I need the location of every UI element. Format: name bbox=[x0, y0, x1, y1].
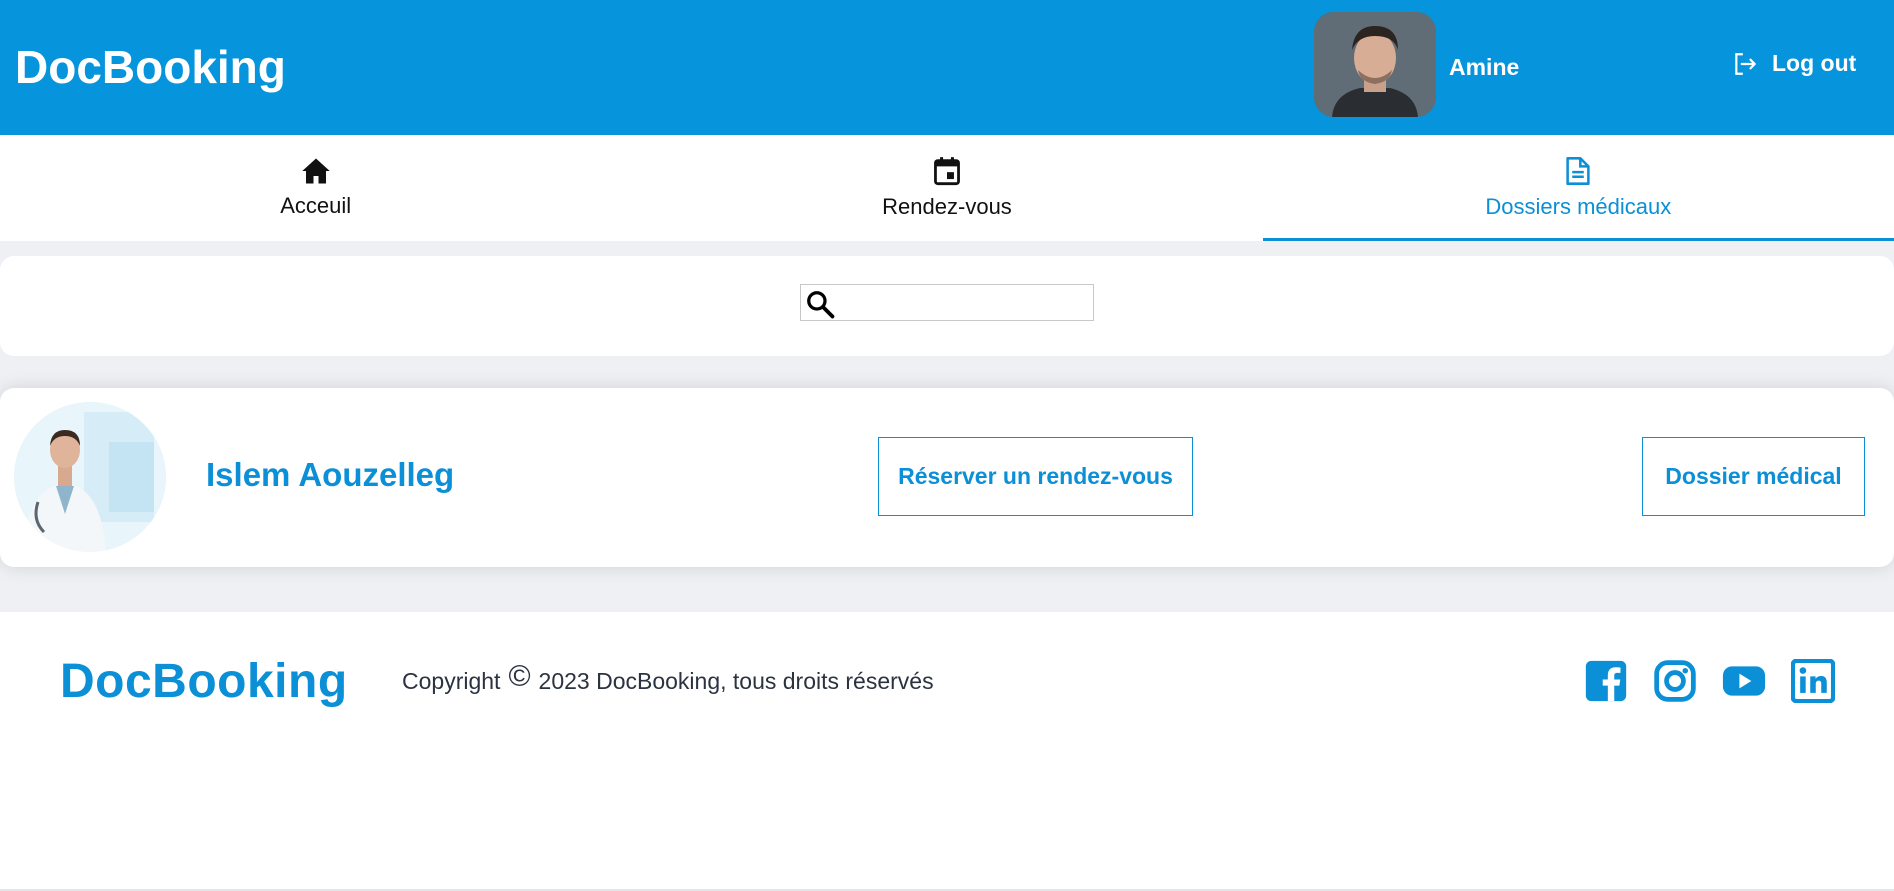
tab-label: Dossiers médicaux bbox=[1485, 194, 1672, 219]
user-avatar-image bbox=[1314, 12, 1436, 117]
logout-button[interactable]: Log out bbox=[1732, 50, 1856, 77]
footer-brand-logo[interactable]: DocBooking bbox=[60, 654, 348, 709]
search-input[interactable] bbox=[841, 287, 1091, 319]
document-icon bbox=[1566, 157, 1590, 185]
app-header: DocBooking Amine Log out bbox=[0, 0, 1894, 135]
search-box[interactable] bbox=[800, 284, 1094, 321]
home-icon bbox=[301, 158, 330, 184]
copyright-word: Copyright bbox=[402, 668, 501, 694]
facebook-icon[interactable] bbox=[1584, 659, 1628, 703]
doctor-name: Islem Aouzelleg bbox=[206, 456, 455, 493]
user-avatar[interactable] bbox=[1314, 12, 1436, 117]
logout-icon bbox=[1735, 52, 1756, 75]
youtube-icon[interactable] bbox=[1722, 659, 1766, 703]
copyright-icon: © bbox=[508, 659, 531, 693]
tab-rendez-vous[interactable]: Rendez-vous bbox=[631, 135, 1262, 241]
search-icon bbox=[807, 291, 835, 319]
user-name[interactable]: Amine bbox=[1449, 54, 1519, 81]
social-links bbox=[1584, 659, 1835, 703]
footer: DocBooking Copyright © 2023 DocBooking, … bbox=[0, 612, 1894, 891]
linkedin-icon[interactable] bbox=[1791, 659, 1835, 703]
book-appointment-button[interactable]: Réserver un rendez-vous bbox=[878, 437, 1193, 516]
copyright-notice: Copyright © 2023 DocBooking, tous droits… bbox=[402, 660, 934, 695]
copyright-text: 2023 DocBooking, tous droits réservés bbox=[538, 668, 934, 694]
doctor-photo-image bbox=[14, 402, 166, 552]
tab-dossiers-medicaux[interactable]: Dossiers médicaux bbox=[1262, 135, 1894, 241]
tab-label: Rendez-vous bbox=[882, 194, 1012, 219]
logout-label: Log out bbox=[1772, 50, 1857, 76]
instagram-icon[interactable] bbox=[1653, 659, 1697, 703]
calendar-icon bbox=[934, 157, 960, 186]
brand-logo[interactable]: DocBooking bbox=[15, 40, 286, 94]
medical-record-button[interactable]: Dossier médical bbox=[1642, 437, 1865, 516]
doctor-card: Islem Aouzelleg Réserver un rendez-vous … bbox=[0, 388, 1894, 567]
doctor-photo bbox=[14, 402, 166, 552]
tab-label: Acceuil bbox=[280, 193, 352, 218]
main-nav: Acceuil Rendez-vous Dossiers médicaux bbox=[0, 135, 1894, 241]
tab-acceuil[interactable]: Acceuil bbox=[0, 135, 631, 241]
search-panel bbox=[0, 256, 1894, 356]
